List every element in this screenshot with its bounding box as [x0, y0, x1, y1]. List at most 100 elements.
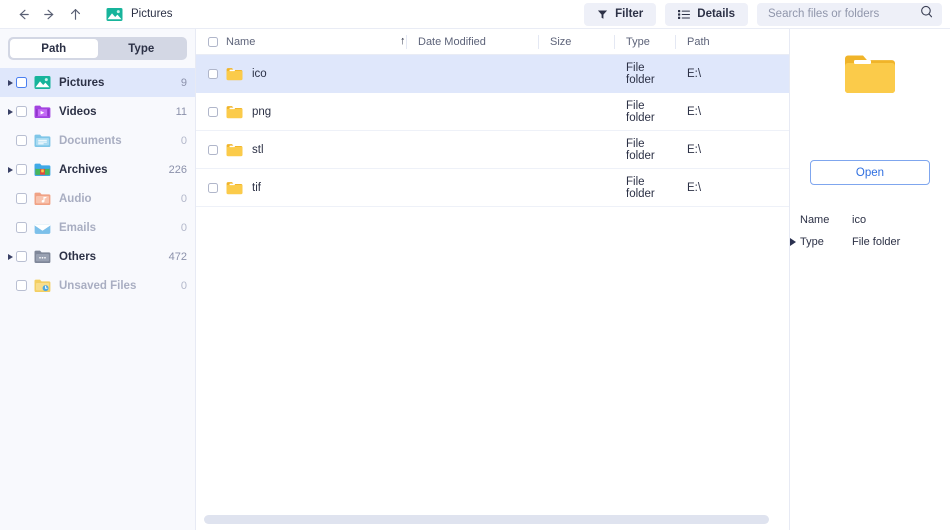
- cell-date-modified: [406, 93, 538, 131]
- horizontal-scrollbar-track[interactable]: [196, 515, 789, 524]
- details-button[interactable]: Details: [665, 2, 748, 26]
- category-tree: Pictures 9 Videos 11 Documents 0 Archives 226 Au…: [0, 64, 195, 300]
- column-header-name[interactable]: Name: [196, 29, 406, 55]
- sidebar-item-videos[interactable]: Videos 11: [0, 97, 195, 126]
- sidebar-item-emails[interactable]: Emails 0: [0, 213, 195, 242]
- unsaved-files-icon: [34, 278, 51, 293]
- file-list-pane: Name ↑ Date Modified Size Type Path ico …: [196, 29, 790, 530]
- row-checkbox[interactable]: [208, 106, 218, 117]
- column-header-path[interactable]: Path: [675, 29, 785, 55]
- breadcrumb[interactable]: Pictures: [106, 7, 173, 22]
- cell-type-label: File folder: [626, 99, 655, 124]
- sidebar-item-checkbox[interactable]: [16, 135, 27, 146]
- cell-date-modified: [406, 131, 538, 169]
- sidebar-item-checkbox[interactable]: [16, 77, 27, 88]
- sidebar-item-label: Unsaved Files: [59, 279, 137, 292]
- sidebar-item-count: 0: [180, 279, 187, 292]
- sidebar-item-others[interactable]: Others 472: [0, 242, 195, 271]
- cell-type: File folder: [614, 55, 675, 93]
- arrow-left-icon: [16, 7, 31, 22]
- detail-key: Type: [800, 236, 824, 248]
- tab-path[interactable]: Path: [10, 39, 98, 58]
- sidebar-item-count: 9: [180, 76, 187, 89]
- expand-arrow-icon[interactable]: [0, 253, 16, 260]
- sidebar-item-checkbox[interactable]: [16, 280, 27, 291]
- cell-size: [538, 93, 614, 131]
- folder-icon: [226, 105, 243, 119]
- cell-type: File folder: [614, 169, 675, 207]
- table-row[interactable]: stl File folder E:\: [196, 131, 789, 169]
- search-input[interactable]: Search files or folders: [757, 2, 942, 26]
- cell-name: tif: [196, 169, 406, 207]
- row-checkbox[interactable]: [208, 144, 218, 155]
- cell-date-modified: [406, 169, 538, 207]
- table-row[interactable]: tif File folder E:\: [196, 169, 789, 207]
- column-header-date-modified-label: Date Modified: [418, 35, 486, 48]
- file-list-rows: ico File folder E:\ png File folder E:\ stl Fil…: [196, 55, 789, 530]
- sidebar-item-documents[interactable]: Documents 0: [0, 126, 195, 155]
- row-checkbox[interactable]: [208, 68, 218, 79]
- column-header-size[interactable]: Size: [538, 29, 614, 55]
- open-button[interactable]: Open: [810, 160, 930, 185]
- row-checkbox[interactable]: [208, 182, 218, 193]
- list-details-icon: [678, 9, 691, 20]
- select-all-checkbox[interactable]: [208, 36, 218, 47]
- arrow-right-icon: [42, 7, 57, 22]
- pictures-icon: [34, 75, 51, 90]
- table-row[interactable]: ico File folder E:\: [196, 55, 789, 93]
- up-button[interactable]: [62, 2, 88, 26]
- sidebar-item-label: Others: [59, 250, 97, 263]
- sidebar-item-pictures[interactable]: Pictures 9: [0, 68, 195, 97]
- cell-type-label: File folder: [626, 61, 655, 86]
- horizontal-scrollbar-thumb[interactable]: [204, 515, 770, 524]
- cell-path: E:\: [675, 93, 785, 131]
- sidebar-item-checkbox[interactable]: [16, 106, 27, 117]
- table-row[interactable]: png File folder E:\: [196, 93, 789, 131]
- pictures-icon: [106, 7, 123, 22]
- detail-value: File folder: [852, 236, 901, 248]
- details-label: Details: [697, 8, 735, 20]
- audio-icon: [34, 191, 51, 206]
- back-button[interactable]: [10, 2, 36, 26]
- expand-arrow-icon[interactable]: [0, 79, 16, 86]
- filter-button[interactable]: Filter: [584, 2, 657, 26]
- cell-path: E:\: [675, 55, 785, 93]
- cell-path-label: E:\: [687, 181, 702, 194]
- sidebar-item-checkbox[interactable]: [16, 251, 27, 262]
- column-header-type[interactable]: Type: [614, 29, 675, 55]
- detail-row-name: Name ico: [800, 209, 950, 231]
- detail-key: Name: [800, 214, 830, 226]
- forward-button[interactable]: [36, 2, 62, 26]
- file-name-label: png: [252, 105, 272, 118]
- detail-expand-icon[interactable]: [790, 238, 796, 246]
- main-body: Path Type Pictures 9 Videos 11 Documents 0 Arc…: [0, 28, 950, 530]
- sidebar-item-archives[interactable]: Archives 226: [0, 155, 195, 184]
- file-name-label: stl: [252, 143, 264, 156]
- cell-path: E:\: [675, 169, 785, 207]
- cell-type-label: File folder: [626, 175, 655, 200]
- cell-path: E:\: [675, 131, 785, 169]
- sidebar-item-count: 0: [180, 192, 187, 205]
- preview-details-list: Name ico Type File folder: [790, 209, 950, 253]
- sidebar-item-audio[interactable]: Audio 0: [0, 184, 195, 213]
- folder-icon: [226, 143, 243, 157]
- cell-date-modified: [406, 55, 538, 93]
- file-name-label: tif: [252, 181, 261, 194]
- sidebar-item-unsaved-files[interactable]: Unsaved Files 0: [0, 271, 195, 300]
- sort-ascending-icon: ↑: [400, 34, 406, 47]
- sidebar-item-checkbox[interactable]: [16, 193, 27, 204]
- magnifier-icon[interactable]: [920, 5, 933, 23]
- tab-type[interactable]: Type: [98, 39, 186, 58]
- sidebar-item-count: 472: [168, 250, 187, 263]
- cell-type: File folder: [614, 131, 675, 169]
- sidebar-item-checkbox[interactable]: [16, 222, 27, 233]
- expand-arrow-icon[interactable]: [0, 108, 16, 115]
- sidebar-item-checkbox[interactable]: [16, 164, 27, 175]
- folder-icon: [226, 181, 243, 195]
- column-header-type-label: Type: [626, 35, 650, 48]
- expand-arrow-icon[interactable]: [0, 166, 16, 173]
- sidebar-item-label: Emails: [59, 221, 97, 234]
- cell-size: [538, 169, 614, 207]
- sidebar-item-label: Pictures: [59, 76, 105, 89]
- column-header-date-modified[interactable]: ↑ Date Modified: [400, 29, 538, 55]
